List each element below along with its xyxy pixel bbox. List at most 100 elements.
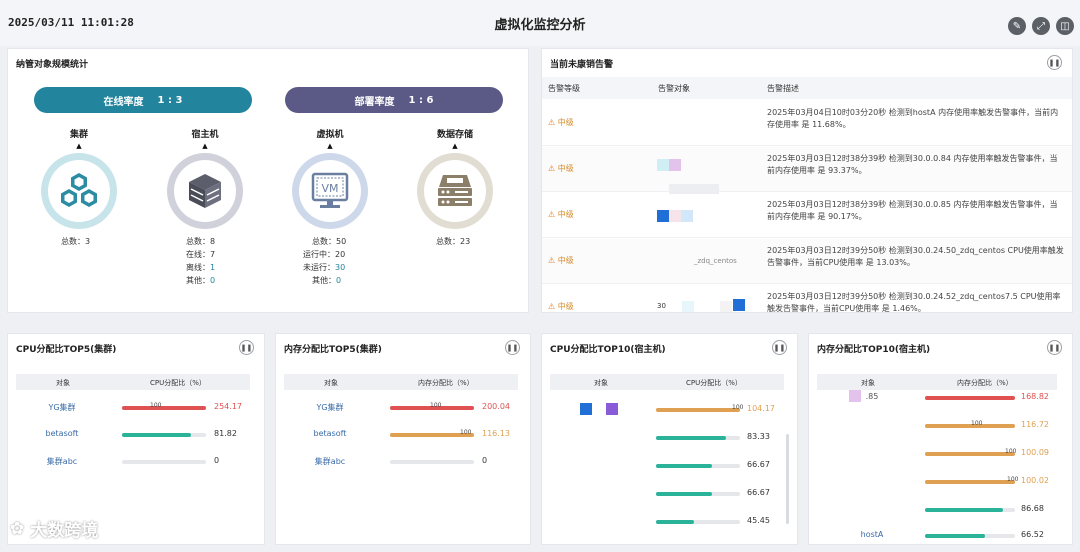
alarm-desc: 2025年03月03日12时38分39秒 检测到30.0.0.84 内存使用率触…	[767, 154, 1058, 175]
host-label: 宿主机	[191, 130, 219, 140]
stats-panel-title: 纳管对象规模统计	[16, 60, 89, 70]
alarm-desc: 2025年03月03日12时39分50秒 检测到30.0.24.52_zdq_c…	[767, 292, 1061, 313]
alarm-row[interactable]: ⚠ 中级 2025年03月04日10时03分20秒 检测到hostA 内存使用率…	[542, 101, 1072, 146]
table-row[interactable]: .85 168.82	[817, 388, 1063, 408]
redacted-block	[681, 210, 693, 222]
watermark: ✿ 大数跨境	[10, 518, 99, 542]
mem-host-title: 内存分配比TOP10(宿主机)	[817, 345, 931, 355]
alarm-desc: 2025年03月03日12时39分50秒 检测到30.0.24.50_zdq_c…	[767, 246, 1064, 267]
col-desc: 告警描述	[767, 84, 799, 93]
alarm-object: _zdq_centos	[694, 257, 737, 265]
host-stat-list: 总数：8 在线：7 离线：1 其他：0	[186, 237, 216, 285]
alarm-level: ⚠ 中级	[548, 164, 574, 173]
cluster-icon	[41, 153, 117, 229]
pause-icon[interactable]: ❚❚	[505, 340, 520, 355]
deploy-ratio-label: 部署率度	[354, 96, 395, 108]
cluster-label: 集群	[69, 130, 88, 140]
table-row[interactable]: 集群abc 0	[16, 452, 250, 472]
redacted-block	[669, 210, 681, 222]
table-row[interactable]: 100 104.17	[550, 400, 790, 420]
warning-icon: ⚠	[548, 118, 556, 127]
header-actions: ✎ ⤢ ◫	[1008, 17, 1074, 35]
vm-icon-text: VM	[321, 182, 338, 195]
table-row[interactable]: hostA 66.52	[817, 526, 1063, 544]
alarm-table-header: 告警等级 告警对象 告警描述	[542, 77, 1072, 99]
cpu-host-title: CPU分配比TOP10(宿主机)	[550, 345, 666, 355]
host-stat[interactable]: 宿主机 ▲	[160, 127, 250, 229]
alarm-level: ⚠ 中级	[548, 256, 574, 265]
layout-icon[interactable]: ◫	[1056, 17, 1074, 35]
alarm-object: 30	[657, 302, 666, 310]
table-row[interactable]: YG集群 100 200.04	[284, 398, 518, 418]
table-row[interactable]: betasoft 81.82	[16, 425, 250, 445]
redacted-block	[657, 159, 669, 171]
redacted-block	[720, 301, 732, 312]
alarm-desc: 2025年03月04日10时03分20秒 检测到hostA 内存使用率触发告警事…	[767, 108, 1059, 129]
col-object: 告警对象	[658, 84, 690, 93]
warning-icon: ⚠	[548, 210, 556, 219]
pause-icon[interactable]: ❚❚	[772, 340, 787, 355]
deploy-ratio-value: 1 : 6	[408, 94, 434, 106]
col-level: 告警等级	[548, 84, 580, 93]
vm-label: 虚拟机	[316, 130, 344, 140]
alarm-row[interactable]: ⚠ 中级 _zdq_centos 2025年03月03日12时39分50秒 检测…	[542, 239, 1072, 284]
mem-cluster-header: 对象 内存分配比（%）	[284, 374, 518, 390]
cpu-cluster-header: 对象 CPU分配比（%）	[16, 374, 250, 390]
table-row[interactable]: 66.67	[550, 456, 790, 476]
vm-icon: VM	[292, 153, 368, 229]
table-row[interactable]: YG集群 100 254.17	[16, 398, 250, 418]
page-title: 虚拟化监控分析	[494, 18, 586, 33]
fullscreen-icon[interactable]: ⤢	[1032, 17, 1050, 35]
mem-host-panel: 内存分配比TOP10(宿主机) ❚❚ 对象 内存分配比（%） .85 168.8…	[808, 333, 1073, 545]
arrow-up-icon: ▲	[202, 142, 208, 150]
arrow-up-icon: ▲	[327, 142, 333, 150]
storage-stat[interactable]: 数据存储 ▲	[410, 127, 500, 229]
pause-icon[interactable]: ❚❚	[1047, 340, 1062, 355]
storage-icon	[417, 153, 493, 229]
alarm-level: ⚠ 中级	[548, 210, 574, 219]
warning-icon: ⚠	[548, 256, 556, 265]
alarm-desc: 2025年03月03日12时38分39秒 检测到30.0.0.85 内存使用率触…	[767, 200, 1058, 221]
table-row[interactable]: 83.33	[550, 428, 790, 448]
redacted-block	[669, 159, 681, 171]
alarm-panel: 当前未康销告警 ❚❚ 告警等级 告警对象 告警描述 ⚠ 中级 2025年03月0…	[541, 48, 1073, 313]
cpu-host-header: 对象 CPU分配比（%）	[550, 374, 784, 390]
cluster-stat[interactable]: 集群 ▲	[34, 127, 124, 229]
table-row[interactable]: 100 116.72	[817, 416, 1063, 436]
online-ratio-value: 1 : 3	[157, 94, 183, 106]
scrollbar[interactable]	[786, 434, 789, 524]
logo-icon: ✿	[10, 518, 25, 539]
pause-icon[interactable]: ❚❚	[239, 340, 254, 355]
redacted-block	[657, 210, 669, 222]
arrow-up-icon: ▲	[76, 142, 82, 150]
table-row[interactable]: 45.45	[550, 512, 790, 532]
online-ratio-pill: 在线率度 1 : 3	[34, 87, 252, 113]
cpu-host-panel: CPU分配比TOP10(宿主机) ❚❚ 对象 CPU分配比（%） 100 104…	[541, 333, 798, 545]
storage-label: 数据存储	[436, 130, 473, 140]
table-row[interactable]: 100 100.02	[817, 472, 1063, 492]
alarm-row[interactable]: ⚠ 中级 30 2025年03月03日12时39分50秒 检测到30.0.24.…	[542, 285, 1072, 313]
alarm-level: ⚠ 中级	[548, 118, 574, 127]
alarm-row[interactable]: ⚠ 中级 2025年03月03日12时38分39秒 检测到30.0.0.84 内…	[542, 147, 1072, 194]
warning-icon: ⚠	[548, 302, 556, 311]
table-row[interactable]: 66.67	[550, 484, 790, 504]
vm-stat[interactable]: 虚拟机 ▲ VM	[285, 127, 375, 229]
redacted-block	[682, 301, 694, 312]
redacted-block	[733, 299, 745, 311]
host-icon	[167, 153, 243, 229]
pause-icon[interactable]: ❚❚	[1047, 55, 1062, 70]
table-row[interactable]: 86.68	[817, 500, 1063, 520]
vm-stat-list: 总数：50 运行中：20 未运行：30 其他：0	[303, 237, 347, 285]
header-bar: 2025/03/11 11:01:28 虚拟化监控分析 ✎ ⤢ ◫	[0, 0, 1080, 46]
alarm-level: ⚠ 中级	[548, 302, 574, 311]
table-row[interactable]: betasoft 100 116.13	[284, 425, 518, 445]
arrow-up-icon: ▲	[452, 142, 458, 150]
alarm-row[interactable]: ⚠ 中级 2025年03月03日12时38分39秒 检测到30.0.0.85 内…	[542, 193, 1072, 238]
edit-icon[interactable]: ✎	[1008, 17, 1026, 35]
stats-panel: 纳管对象规模统计 在线率度 1 : 3 部署率度 1 : 6 集群 ▲ 总数：3…	[7, 48, 529, 313]
storage-stat-list: 总数：23	[436, 237, 471, 246]
table-row[interactable]: 集群abc 0	[284, 452, 518, 472]
table-row[interactable]: 100 100.09	[817, 444, 1063, 464]
online-ratio-label: 在线率度	[103, 96, 144, 108]
mem-cluster-title: 内存分配比TOP5(集群)	[284, 345, 382, 355]
